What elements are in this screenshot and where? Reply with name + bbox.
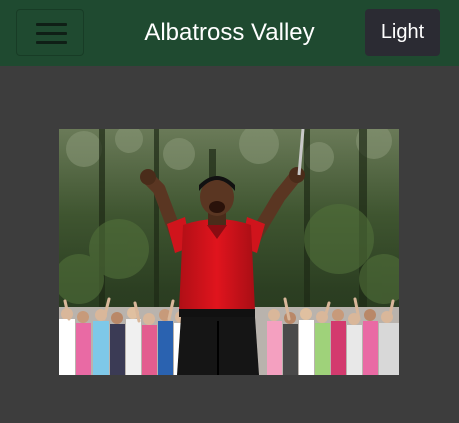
hamburger-menu-button[interactable]	[16, 9, 84, 56]
theme-toggle-button[interactable]: Light	[365, 9, 440, 56]
hamburger-menu-icon-bar	[36, 32, 67, 35]
hero-photo	[59, 129, 399, 375]
hamburger-menu-icon	[36, 23, 67, 26]
hamburger-menu-icon-bar	[36, 41, 67, 44]
navbar: Albatross Valley Light	[0, 0, 459, 66]
golfer-celebration-image	[59, 129, 399, 375]
